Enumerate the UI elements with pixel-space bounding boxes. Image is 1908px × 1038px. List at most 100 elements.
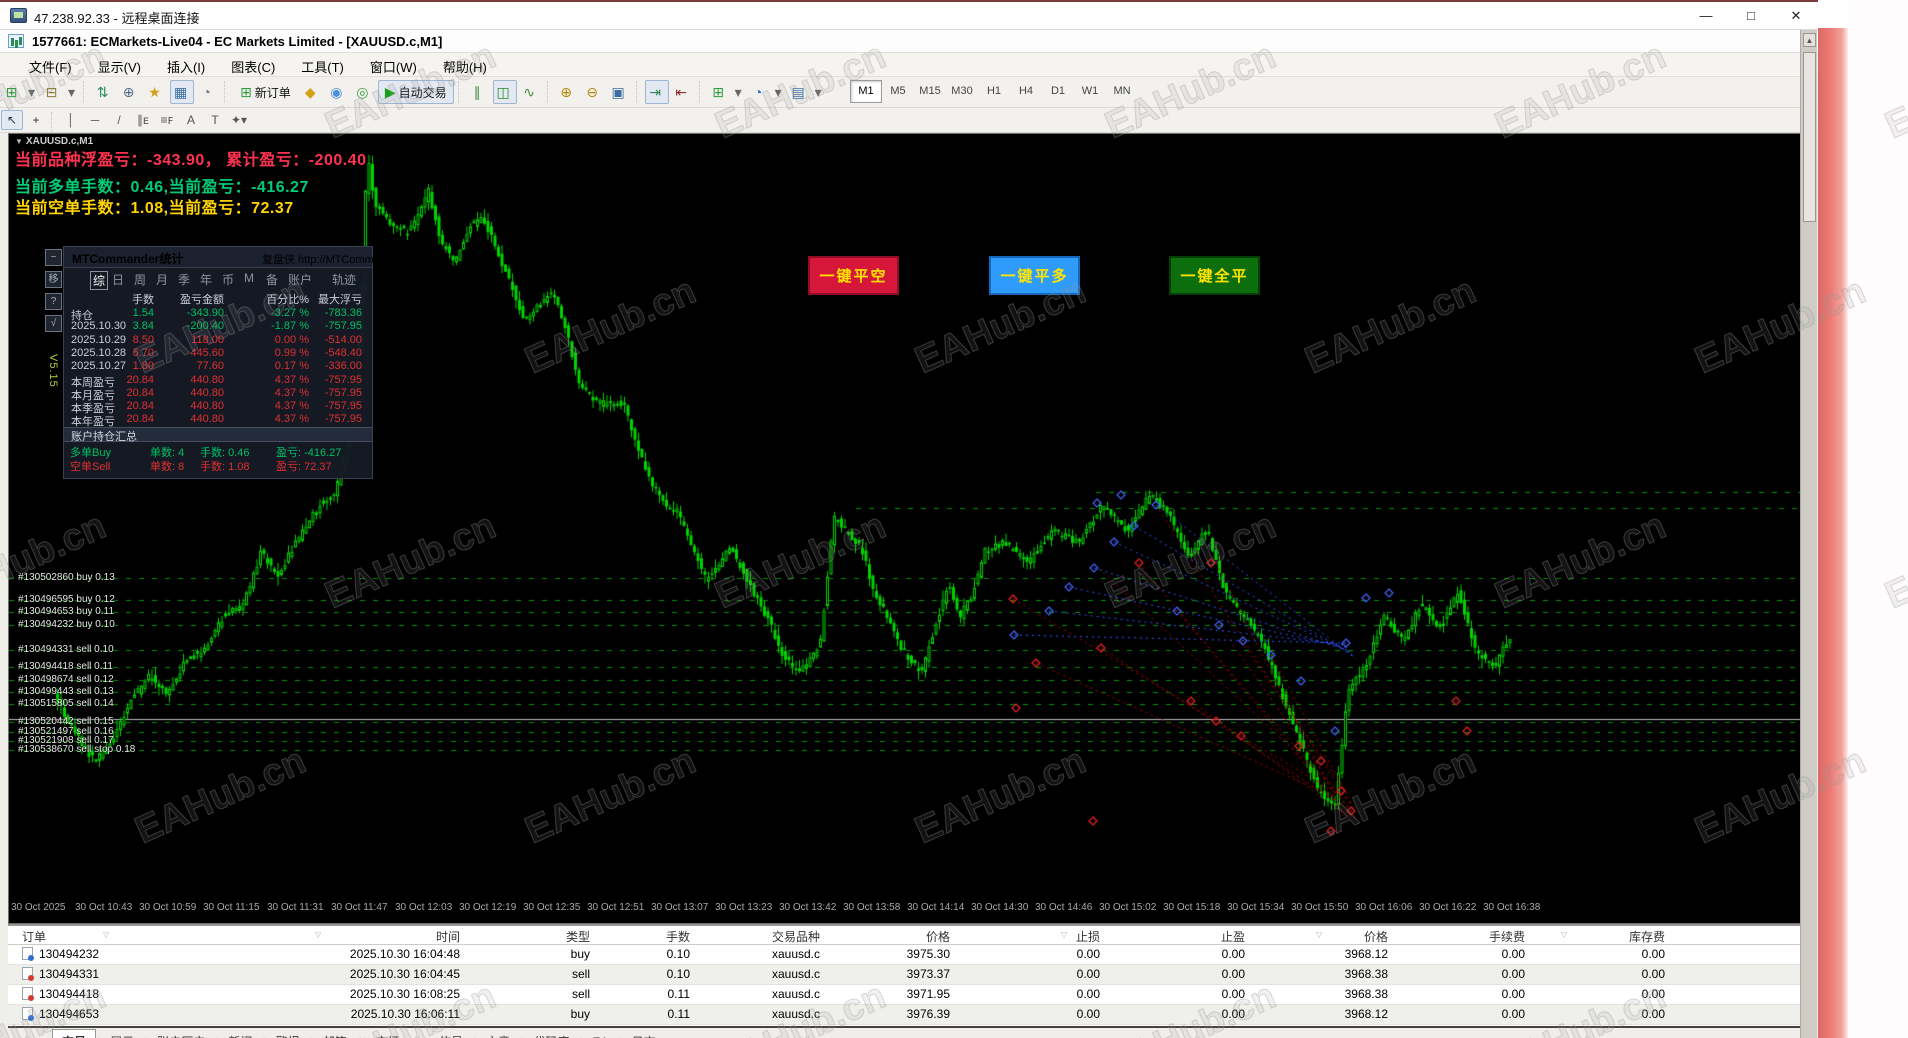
chevron-down-icon[interactable]: ▾	[814, 80, 826, 104]
orders-col-6[interactable]: 止损	[960, 926, 1110, 945]
timeframe-h1[interactable]: H1	[978, 80, 1010, 103]
order-row[interactable]: 130494418 2025.10.30 16:08:25 sell 0.11 xauu…	[8, 985, 1800, 1005]
experts-icon[interactable]: ◉	[326, 80, 350, 104]
price-chart[interactable]: ▼ XAUUSD.c,M1 当前品种浮盈亏：-343.90， 累计盈亏：-200.…	[8, 133, 1801, 925]
mtc-tab-0[interactable]: 综	[90, 271, 109, 290]
mtc-tab-4[interactable]: 季	[178, 271, 190, 288]
timeframe-h4[interactable]: H4	[1010, 80, 1042, 103]
orders-table-header[interactable]: 订单 时间 类型 手数 交易品种 价格 止损 止盈 价格 手续费 库存费	[8, 926, 1800, 945]
menu-item-t[interactable]: 工具(T)	[288, 53, 357, 76]
orders-col-7[interactable]: 止盈	[1110, 926, 1255, 945]
orders-col-2[interactable]: 类型	[470, 926, 600, 945]
mtc-tab-6[interactable]: 币	[222, 271, 234, 288]
timeframe-m1[interactable]: M1	[850, 80, 882, 103]
orders-col-9[interactable]: 手续费	[1398, 926, 1535, 945]
timeframe-m30[interactable]: M30	[946, 80, 978, 103]
menu-item-c[interactable]: 图表(C)	[218, 53, 288, 76]
candlestick-icon[interactable]: ◫	[492, 80, 517, 104]
terminal-tab-0[interactable]: 交易	[52, 1029, 97, 1038]
metaeditor-icon[interactable]: ◆	[300, 80, 324, 104]
menu-item-i[interactable]: 插入(I)	[154, 53, 218, 76]
mtc-side-button-1[interactable]: 移	[45, 271, 62, 288]
mtc-tab-9[interactable]: 账户	[288, 271, 312, 288]
close-button[interactable]: ✕	[1780, 5, 1812, 27]
terminal-tab-9[interactable]: 代码库	[524, 1030, 578, 1038]
menu-item-f[interactable]: 文件(F)	[16, 53, 85, 76]
terminal-tab-4[interactable]: 警报	[267, 1030, 309, 1038]
minimize-button[interactable]: —	[1690, 5, 1722, 27]
order-row[interactable]: 130494653 2025.10.30 16:06:11 buy 0.11 xauus…	[8, 1005, 1800, 1025]
chevron-down-icon[interactable]: ▾	[67, 80, 79, 104]
terminal-tab-5[interactable]: 邮箱6	[314, 1030, 362, 1038]
bar-chart-icon[interactable]: ∥	[467, 80, 491, 104]
zoom-out-icon[interactable]: ⊖	[582, 80, 606, 104]
order-row[interactable]: 130494331 2025.10.30 16:04:45 sell 0.10 xauu…	[8, 965, 1800, 985]
rdp-vertical-scrollbar[interactable]: ▲	[1800, 30, 1817, 1038]
orders-col-8[interactable]: 价格	[1255, 926, 1398, 945]
mtc-tab-8[interactable]: 备	[266, 271, 278, 288]
terminal-icon[interactable]: ▦	[170, 80, 195, 104]
tile-windows-icon[interactable]: ▣	[608, 80, 632, 104]
mtc-tab-5[interactable]: 年	[200, 271, 212, 288]
timeframe-m15[interactable]: M15	[914, 80, 946, 103]
profiles-icon[interactable]: ⊟	[41, 80, 65, 104]
autotrade-button[interactable]: ▶ 自动交易	[377, 80, 454, 104]
chevron-down-icon[interactable]: ▾	[774, 80, 786, 104]
horizontal-line-icon[interactable]: ─	[84, 110, 106, 130]
fibonacci-icon[interactable]: ≡ꜰ	[156, 110, 178, 130]
timeframe-m5[interactable]: M5	[882, 80, 914, 103]
mtc-tab-7[interactable]: M	[244, 271, 254, 285]
channel-icon[interactable]: ∥ᴇ	[132, 110, 154, 130]
mt4-titlebar[interactable]: 1577661: ECMarkets-Live04 - EC Markets L…	[0, 30, 1818, 53]
trendline-icon[interactable]: /	[108, 110, 130, 130]
indicators-icon[interactable]: ⊞	[708, 80, 732, 104]
periods-icon[interactable]: ◔	[748, 80, 772, 104]
terminal-tab-ea[interactable]: EA	[583, 1032, 617, 1038]
line-chart-icon[interactable]: ∿	[519, 80, 543, 104]
new-chart-icon[interactable]: ⊞	[1, 80, 25, 104]
market-watch-icon[interactable]: ⇅	[92, 80, 116, 104]
crosshair-icon[interactable]: +	[25, 110, 47, 130]
sounds-icon[interactable]: ◎	[352, 80, 376, 104]
templates-icon[interactable]: ▤	[788, 80, 812, 104]
navigator-icon[interactable]: ★	[144, 80, 168, 104]
strategy-tester-icon[interactable]: ◔	[196, 80, 220, 104]
chart-shift-icon[interactable]: ⇥	[644, 80, 669, 104]
text-icon[interactable]: A	[180, 110, 202, 130]
terminal-tab-1[interactable]: 展示	[101, 1030, 143, 1038]
mtc-tab-1[interactable]: 日	[112, 271, 124, 288]
mtc-tab-3[interactable]: 月	[156, 271, 168, 288]
maximize-button[interactable]: □	[1735, 5, 1767, 27]
zoom-in-icon[interactable]: ⊕	[556, 80, 580, 104]
scrollbar-thumb[interactable]	[1803, 52, 1816, 222]
mtc-side-button-3[interactable]: √	[45, 315, 62, 332]
terminal-tab-7[interactable]: 信号	[430, 1030, 472, 1038]
close-all-long-button[interactable]: 一键平多	[989, 256, 1080, 295]
vertical-line-icon[interactable]: │	[60, 110, 82, 130]
label-icon[interactable]: T	[204, 110, 226, 130]
menu-item-v[interactable]: 显示(V)	[85, 53, 154, 76]
shapes-icon[interactable]: ✦▾	[228, 110, 250, 130]
menu-item-w[interactable]: 窗口(W)	[357, 53, 430, 76]
orders-col-5[interactable]: 价格	[830, 926, 960, 945]
mtcommander-link[interactable]: 复盘侠 http://MTCommander.com	[262, 251, 425, 267]
data-window-icon[interactable]: ⊕	[118, 80, 142, 104]
timeframe-d1[interactable]: D1	[1042, 80, 1074, 103]
rdp-titlebar[interactable]: 47.238.92.33 - 远程桌面连接 — □ ✕	[0, 2, 1818, 30]
terminal-tab-3[interactable]: 新闻	[219, 1030, 261, 1038]
orders-col-3[interactable]: 手数	[600, 926, 700, 945]
scroll-up-icon[interactable]: ▲	[1803, 33, 1816, 47]
menu-item-h[interactable]: 帮助(H)	[430, 53, 500, 76]
mtc-tab-track[interactable]: 轨迹	[332, 271, 356, 288]
close-all-short-button[interactable]: 一键平空	[808, 256, 899, 295]
orders-col-4[interactable]: 交易品种	[700, 926, 830, 945]
terminal-tab-11[interactable]: 日志	[623, 1030, 665, 1038]
timeframe-w1[interactable]: W1	[1074, 80, 1106, 103]
terminal-tab-8[interactable]: 文章	[477, 1030, 519, 1038]
terminal-tab-6[interactable]: 市场123	[367, 1030, 425, 1038]
close-all-button[interactable]: 一键全平	[1169, 256, 1260, 295]
timeframe-mn[interactable]: MN	[1106, 80, 1138, 103]
mtc-tab-2[interactable]: 周	[134, 271, 146, 288]
chevron-down-icon[interactable]: ▾	[734, 80, 746, 104]
orders-col-10[interactable]: 库存费	[1535, 926, 1675, 945]
